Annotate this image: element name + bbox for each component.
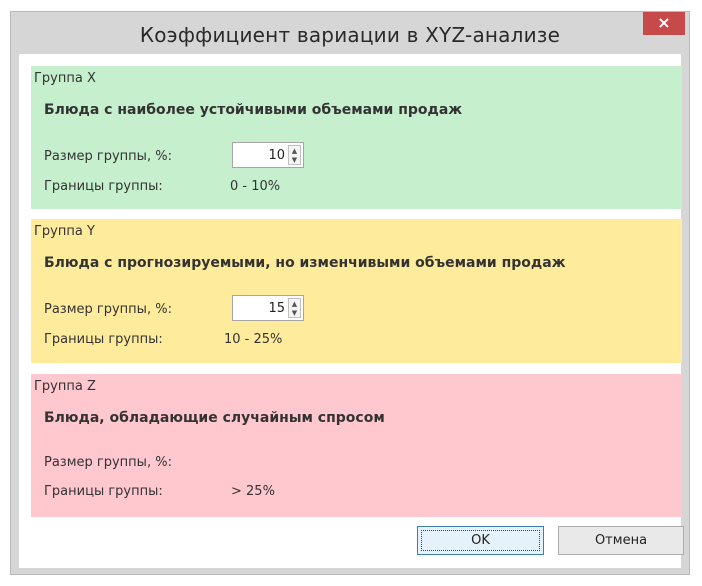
focus-rectangle: [421, 530, 540, 551]
group-x-panel: Группа X Блюда с наиболее устойчивыми об…: [31, 66, 682, 209]
group-x-spin-arrows[interactable]: ▲ ▼: [288, 145, 301, 165]
group-z-bounds-label: Границы группы:: [44, 484, 163, 499]
group-y-bounds-value: 10 - 25%: [224, 332, 283, 347]
spin-up-icon[interactable]: ▲: [289, 147, 300, 155]
group-x-name: Группа X: [34, 71, 96, 86]
group-z-description: Блюда, обладающие случайным спросом: [44, 410, 385, 426]
cancel-button-label: Отмена: [594, 533, 648, 548]
group-x-bounds-label: Границы группы:: [44, 179, 163, 194]
group-y-spin-arrows[interactable]: ▲ ▼: [288, 298, 301, 318]
cancel-button[interactable]: Отмена: [558, 526, 684, 555]
dialog-content: Группа X Блюда с наиболее устойчивыми об…: [19, 54, 684, 568]
spin-down-icon[interactable]: ▼: [289, 156, 300, 164]
close-button[interactable]: ×: [643, 12, 685, 35]
dialog-title: Коэффициент вариации в XYZ-анализе: [139, 23, 561, 47]
close-icon: ×: [657, 13, 671, 32]
group-y-description: Блюда с прогнозируемыми, но изменчивыми …: [44, 255, 566, 271]
group-z-bounds-value: > 25%: [231, 484, 275, 499]
spin-up-icon[interactable]: ▲: [289, 300, 300, 308]
group-z-size-label: Размер группы, %:: [44, 455, 172, 470]
group-x-size-spinbox[interactable]: 10 ▲ ▼: [232, 142, 304, 168]
group-x-bounds-value: 0 - 10%: [230, 179, 281, 194]
group-y-size-spinbox[interactable]: 15 ▲ ▼: [232, 295, 304, 321]
group-y-bounds-label: Границы группы:: [44, 332, 163, 347]
ok-button[interactable]: OK: [417, 526, 544, 555]
group-z-panel: Группа Z Блюда, обладающие случайным спр…: [31, 374, 682, 517]
group-x-description: Блюда с наиболее устойчивыми объемами пр…: [44, 102, 463, 118]
group-y-size-label: Размер группы, %:: [44, 302, 172, 317]
dialog-window: Коэффициент вариации в XYZ-анализе × Гру…: [10, 11, 690, 575]
title-bar: Коэффициент вариации в XYZ-анализе ×: [11, 12, 689, 54]
spin-down-icon[interactable]: ▼: [289, 309, 300, 317]
group-x-size-value[interactable]: 10: [268, 148, 285, 163]
group-x-size-label: Размер группы, %:: [44, 149, 172, 164]
group-y-size-value[interactable]: 15: [268, 301, 285, 316]
group-y-panel: Группа Y Блюда с прогнозируемыми, но изм…: [31, 219, 682, 363]
group-z-name: Группа Z: [34, 379, 96, 394]
group-y-name: Группа Y: [34, 224, 95, 239]
